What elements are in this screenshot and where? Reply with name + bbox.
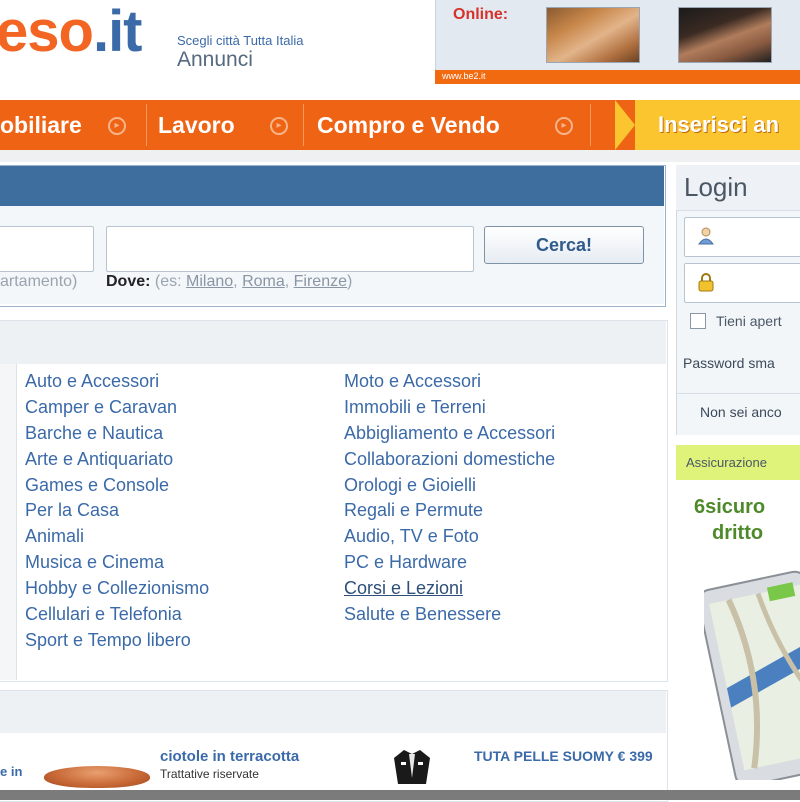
ad-headline-2[interactable]: dritto: [712, 522, 763, 545]
ad-1-subtitle: Trattative riservate: [160, 767, 259, 781]
gps-device-image[interactable]: [704, 560, 800, 780]
what-hint: artamento): [0, 273, 78, 290]
example-firenze[interactable]: Firenze: [294, 273, 347, 290]
remember-me-label[interactable]: Tieni apert: [716, 313, 782, 329]
category-link[interactable]: Animali: [25, 524, 209, 550]
nav-item-immobiliare[interactable]: obiliare: [0, 100, 82, 150]
insurance-label[interactable]: Assicurazione: [686, 455, 767, 470]
category-column-1: Auto e Accessori Camper e Caravan Barche…: [25, 369, 209, 654]
bottom-border: [0, 790, 800, 800]
where-search-input[interactable]: [106, 226, 474, 272]
online-url[interactable]: www.be2.it: [442, 71, 486, 81]
site-logo[interactable]: eso.it: [0, 0, 142, 72]
online-label: Online:: [453, 6, 509, 23]
ad-jacket-image[interactable]: [392, 748, 432, 786]
ad-headline-1[interactable]: 6sicuro: [694, 496, 765, 519]
site-subtitle: Annunci: [177, 48, 253, 71]
where-label: Dove:: [106, 273, 151, 290]
category-link[interactable]: Musica e Cinema: [25, 550, 209, 576]
user-icon: [698, 227, 714, 245]
category-link[interactable]: Regali e Permute: [344, 498, 555, 524]
category-link[interactable]: Abbigliamento e Accessori: [344, 421, 555, 447]
insert-arrow-icon: [615, 100, 635, 150]
insert-ad-label[interactable]: Inserisci an: [658, 100, 779, 150]
featured-ads-header: [0, 691, 666, 733]
category-link[interactable]: Moto e Accessori: [344, 369, 555, 395]
categories-gutter: [0, 364, 17, 680]
category-link[interactable]: Audio, TV e Foto: [344, 524, 555, 550]
category-link[interactable]: Orologi e Gioielli: [344, 473, 555, 499]
category-link[interactable]: Collaborazioni domestiche: [344, 447, 555, 473]
category-link[interactable]: Hobby e Collezionismo: [25, 576, 209, 602]
online-user-photo-1[interactable]: [546, 7, 640, 63]
forgot-password-link[interactable]: Password sma: [683, 355, 775, 371]
logo-text-1: eso: [0, 0, 94, 64]
category-link[interactable]: Immobili e Terreni: [344, 395, 555, 421]
category-link[interactable]: Barche e Nautica: [25, 421, 209, 447]
nav-arrow-icon: ▸: [555, 117, 573, 135]
category-link[interactable]: Sport e Tempo libero: [25, 628, 209, 654]
remember-me-checkbox[interactable]: [690, 313, 706, 329]
logo-text-2: .it: [92, 0, 143, 64]
category-link[interactable]: Games e Console: [25, 473, 209, 499]
lock-icon: [698, 273, 714, 292]
ad-1-title[interactable]: ciotole in terracotta: [160, 748, 299, 765]
where-hint-prefix: (es:: [154, 273, 182, 290]
ad-left-title[interactable]: e in: [0, 765, 22, 779]
category-link[interactable]: Salute e Benessere: [344, 602, 555, 628]
nav-item-compro-vendo[interactable]: Compro e Vendo: [317, 100, 500, 150]
nav-arrow-icon: ▸: [108, 117, 126, 135]
register-link[interactable]: Non sei anco: [700, 404, 782, 420]
categories-header: [0, 321, 666, 364]
category-link-hovered[interactable]: Corsi e Lezioni: [344, 576, 555, 602]
nav-divider: [146, 104, 147, 146]
city-selector[interactable]: Scegli città Tutta Italia: [177, 33, 303, 48]
example-milano[interactable]: Milano: [186, 273, 233, 290]
online-user-photo-2[interactable]: [678, 7, 772, 63]
ad-2-title[interactable]: TUTA PELLE SUOMY € 399: [474, 748, 664, 765]
what-search-input[interactable]: [0, 226, 94, 272]
search-button[interactable]: Cerca!: [484, 226, 644, 264]
where-hint-suffix: ): [347, 273, 353, 290]
category-link[interactable]: Camper e Caravan: [25, 395, 209, 421]
nav-divider: [590, 104, 591, 146]
category-link[interactable]: Per la Casa: [25, 498, 209, 524]
example-roma[interactable]: Roma: [242, 273, 285, 290]
where-hint: Dove: (es: Milano, Roma, Firenze): [106, 273, 353, 290]
category-link[interactable]: Auto e Accessori: [25, 369, 209, 395]
category-link[interactable]: PC e Hardware: [344, 550, 555, 576]
category-column-2: Moto e Accessori Immobili e Terreni Abbi…: [344, 369, 555, 628]
search-panel-header: [0, 166, 664, 206]
login-divider: [676, 393, 800, 394]
nav-divider: [303, 104, 304, 146]
online-banner-bar: [435, 70, 800, 84]
nav-shadow: [0, 150, 800, 162]
ad-bowl-image[interactable]: [44, 766, 150, 788]
login-title: Login: [684, 172, 748, 202]
category-link[interactable]: Cellulari e Telefonia: [25, 602, 209, 628]
nav-item-lavoro[interactable]: Lavoro: [158, 100, 235, 150]
nav-arrow-icon: ▸: [270, 117, 288, 135]
category-link[interactable]: Arte e Antiquariato: [25, 447, 209, 473]
